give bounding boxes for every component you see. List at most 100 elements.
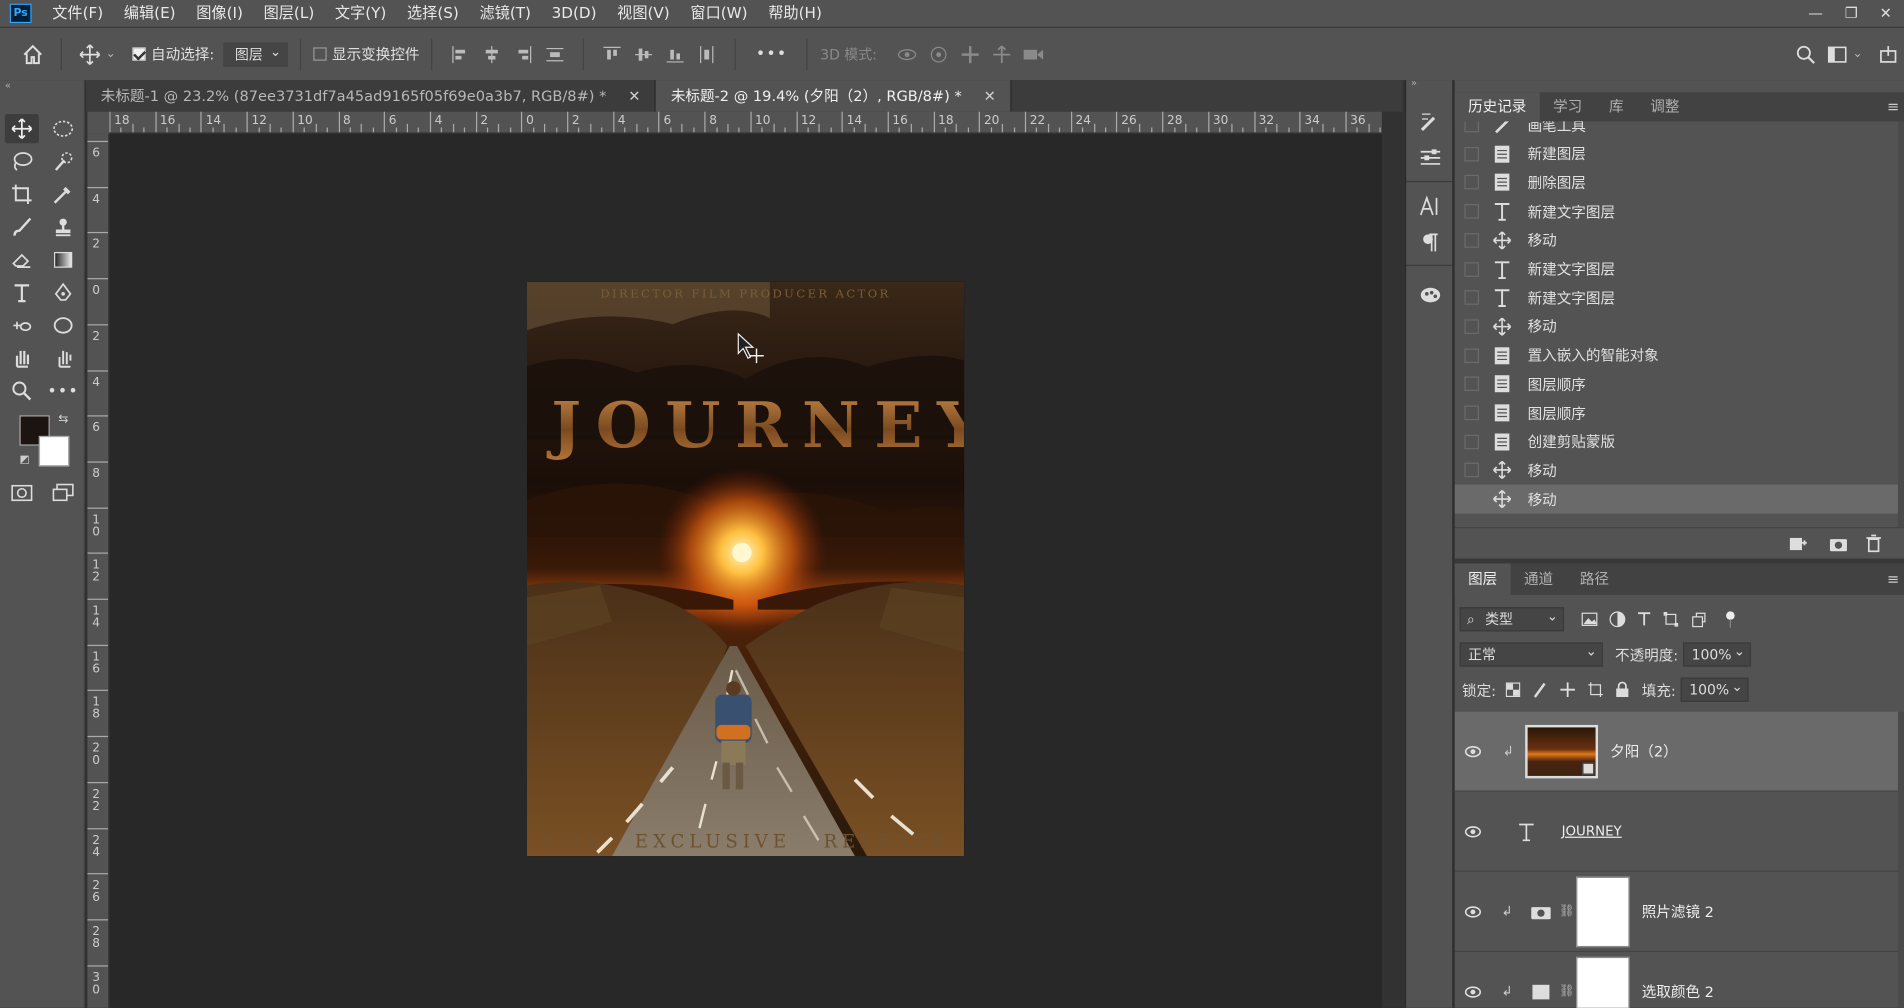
chevron-down-icon[interactable]: ⌄: [106, 47, 116, 60]
close-tab-icon[interactable]: ✕: [984, 80, 996, 112]
layers-panel-menu-icon[interactable]: ≡: [1887, 563, 1904, 595]
history-state-row[interactable]: 置入嵌入的智能对象: [1455, 341, 1898, 370]
stamp-tool-icon[interactable]: [46, 213, 80, 242]
type-tool-icon[interactable]: [5, 278, 39, 307]
move-tool-preset-icon[interactable]: [77, 41, 104, 68]
default-colors-icon[interactable]: ◩: [19, 454, 29, 466]
layer-name[interactable]: JOURNEY: [1562, 823, 1622, 839]
hand-tool-icon[interactable]: [5, 344, 39, 373]
history-snapshot-checkbox[interactable]: [1464, 491, 1480, 507]
layer-row-journey-text[interactable]: JOURNEY: [1454, 792, 1898, 872]
brush-tool-icon[interactable]: [5, 213, 39, 242]
filter-smart-object-icon[interactable]: [1690, 611, 1707, 628]
eyedropper-tool-icon[interactable]: [46, 180, 80, 209]
history-snapshot-checkbox[interactable]: [1464, 232, 1480, 248]
filter-pixel-icon[interactable]: [1581, 612, 1598, 627]
history-snapshot-checkbox[interactable]: [1464, 290, 1480, 306]
layer-row-selective-color[interactable]: ↲ ⛓ 选取颜色 2: [1455, 952, 1898, 1008]
crop-tool-icon[interactable]: [5, 180, 39, 209]
collapse-tools-icon[interactable]: «: [5, 80, 11, 91]
distribute-vertical-icon[interactable]: [542, 41, 569, 68]
history-snapshot-checkbox[interactable]: [1464, 204, 1480, 219]
layer-mask-thumbnail[interactable]: [1576, 876, 1630, 947]
menu-type[interactable]: 文字(Y): [326, 0, 398, 27]
blend-mode-dropdown[interactable]: 正常: [1459, 641, 1603, 667]
history-state-row[interactable]: 新建文字图层: [1455, 283, 1898, 312]
swap-colors-icon[interactable]: ⇆: [58, 413, 68, 426]
move-tool-icon[interactable]: [4, 114, 39, 144]
tab-paths[interactable]: 路径: [1566, 563, 1622, 595]
history-snapshot-checkbox[interactable]: [1464, 175, 1480, 190]
visibility-eye-icon[interactable]: [1455, 985, 1491, 998]
close-icon[interactable]: ✕: [1880, 5, 1892, 22]
menu-file[interactable]: 文件(F): [44, 0, 116, 27]
lock-image-icon[interactable]: [1533, 681, 1548, 698]
history-state-row[interactable]: 新建文字图层: [1455, 254, 1898, 283]
3d-scale-icon[interactable]: [1020, 41, 1047, 68]
search-icon[interactable]: [1792, 41, 1819, 68]
history-snapshot-checkbox[interactable]: [1464, 146, 1480, 162]
tab-document-2[interactable]: 未标题-2 @ 19.4% (夕阳（2）, RGB/8#) * ✕: [656, 80, 1012, 112]
pen-tool-icon[interactable]: [46, 278, 80, 307]
lock-transparent-icon[interactable]: [1505, 682, 1521, 698]
background-color-swatch[interactable]: [38, 435, 70, 467]
show-transform-checkbox[interactable]: [313, 47, 328, 61]
history-state-row[interactable]: 新建文字图层: [1455, 197, 1898, 226]
history-snapshot-checkbox[interactable]: [1464, 405, 1480, 421]
3d-orbit-icon[interactable]: [894, 41, 921, 68]
menu-window[interactable]: 窗口(W): [682, 0, 760, 27]
tab-adjustments[interactable]: 调整: [1637, 92, 1693, 121]
eraser-tool-icon[interactable]: [5, 245, 39, 274]
menu-help[interactable]: 帮助(H): [760, 0, 834, 27]
tab-document-1[interactable]: 未标题-1 @ 23.2% (87ee3731df7a45ad9165f05f6…: [86, 80, 657, 112]
align-left-icon[interactable]: [447, 41, 474, 68]
history-state-row[interactable]: 创建剪贴蒙版: [1455, 427, 1898, 456]
more-options-button[interactable]: •••: [756, 45, 788, 63]
layer-name[interactable]: 照片滤镜 2: [1642, 901, 1714, 922]
layer-filter-dropdown[interactable]: ⌕ 类型: [1459, 606, 1565, 632]
filter-adjustment-icon[interactable]: [1609, 611, 1626, 628]
lock-artboard-icon[interactable]: [1587, 681, 1604, 698]
tab-libraries[interactable]: 库: [1596, 92, 1637, 121]
workspace-chevron-icon[interactable]: ⌄: [1853, 47, 1863, 60]
more-tools-icon[interactable]: •••: [46, 376, 80, 405]
ellipse-tool-icon[interactable]: [46, 311, 80, 340]
history-snapshot-checkbox[interactable]: [1464, 121, 1480, 133]
visibility-eye-icon[interactable]: [1455, 825, 1491, 837]
history-state-row[interactable]: 新建图层: [1455, 139, 1898, 168]
filter-shape-icon[interactable]: [1662, 611, 1679, 628]
delete-state-icon[interactable]: [1865, 534, 1882, 553]
menu-select[interactable]: 选择(S): [398, 0, 470, 27]
align-right-icon[interactable]: [511, 41, 538, 68]
properties-panel-icon[interactable]: [1418, 146, 1442, 170]
tab-layers[interactable]: 图层: [1454, 563, 1511, 596]
layer-name[interactable]: 夕阳（2）: [1610, 741, 1678, 762]
quick-select-tool-icon[interactable]: [46, 147, 80, 176]
history-snapshot-checkbox[interactable]: [1464, 261, 1480, 277]
visibility-eye-icon[interactable]: [1455, 745, 1491, 757]
menu-layer[interactable]: 图层(L): [255, 0, 326, 27]
history-state-row[interactable]: 图层顺序: [1455, 370, 1898, 399]
zoom-tool-icon[interactable]: [5, 376, 39, 405]
layers-scrollbar[interactable]: [1897, 711, 1904, 1008]
auto-select-dropdown[interactable]: 图层: [223, 41, 289, 67]
history-snapshot-checkbox[interactable]: [1464, 463, 1480, 478]
fill-input[interactable]: 100%: [1680, 676, 1749, 702]
history-state-row[interactable]: 图层顺序: [1455, 398, 1898, 427]
history-state-row[interactable]: 移动: [1455, 312, 1898, 341]
menu-edit[interactable]: 编辑(E): [115, 0, 187, 27]
visibility-eye-icon[interactable]: [1455, 905, 1491, 917]
quick-mask-icon[interactable]: [5, 478, 39, 507]
close-tab-icon[interactable]: ✕: [628, 80, 640, 112]
screen-mode-icon[interactable]: [46, 478, 80, 507]
tab-learn[interactable]: 学习: [1540, 92, 1596, 121]
history-brush-panel-icon[interactable]: [1418, 109, 1442, 133]
history-scrollbar[interactable]: [1897, 121, 1904, 528]
mask-link-icon[interactable]: ⛓: [1559, 985, 1576, 998]
workspace-icon[interactable]: [1823, 41, 1850, 68]
layer-name[interactable]: 选取颜色 2: [1642, 981, 1714, 1002]
character-panel-icon[interactable]: [1418, 194, 1442, 218]
menu-image[interactable]: 图像(I): [188, 0, 255, 27]
history-snapshot-checkbox[interactable]: [1464, 348, 1480, 363]
path-select-tool-icon[interactable]: [5, 311, 39, 340]
